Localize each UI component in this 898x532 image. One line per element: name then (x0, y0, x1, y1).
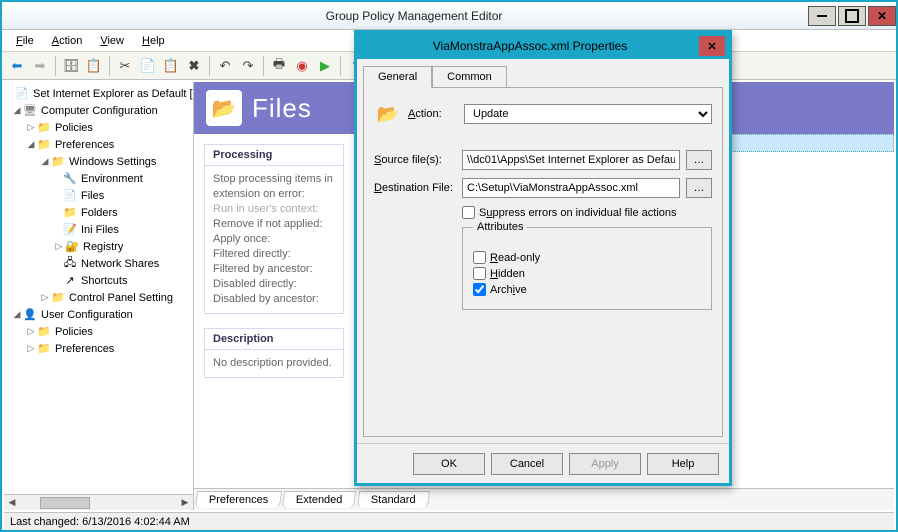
forward-button[interactable]: ➡ (29, 55, 51, 77)
tree-root[interactable]: 📄Set Internet Explorer as Default [ (4, 85, 193, 102)
proc-line-5: Filtered directly: (213, 247, 335, 262)
attributes-legend: Attributes (473, 221, 527, 233)
tree-environment[interactable]: 🔧Environment (4, 170, 193, 187)
list-icon[interactable]: 📋 (83, 55, 105, 77)
paste-icon[interactable]: 📋 (160, 55, 182, 77)
attributes-fieldset: Attributes Read-only Hidden Archive (462, 227, 712, 310)
maximize-button[interactable] (838, 6, 866, 26)
destination-label: Destination File: (374, 182, 456, 194)
tree-registry[interactable]: ▷🔐Registry (4, 238, 193, 255)
tab-preferences[interactable]: Preferences (195, 491, 283, 508)
dialog-title: ViaMonstraAppAssoc.xml Properties (361, 39, 699, 53)
tree-user-config[interactable]: ◢👤User Configuration (4, 306, 193, 323)
apply-button[interactable]: Apply (569, 453, 641, 475)
tab-standard[interactable]: Standard (357, 491, 430, 508)
ok-button[interactable]: OK (413, 453, 485, 475)
menu-help[interactable]: Help (134, 32, 173, 50)
dialog-tab-common[interactable]: Common (432, 66, 507, 88)
help-button[interactable]: Help (647, 453, 719, 475)
copy-icon[interactable]: 📄 (137, 55, 159, 77)
action-select[interactable]: Update (464, 104, 712, 124)
destination-browse-button[interactable]: … (686, 178, 712, 198)
minimize-button[interactable] (808, 6, 836, 26)
close-window-button[interactable] (868, 6, 896, 26)
dialog-tab-general[interactable]: General (363, 66, 432, 88)
menu-view[interactable]: View (92, 32, 132, 50)
proc-line-6: Filtered by ancestor: (213, 262, 335, 277)
cut-icon[interactable]: ✂ (114, 55, 136, 77)
source-input[interactable] (462, 150, 680, 170)
hidden-label: Hidden (490, 268, 525, 280)
dialog-close-button[interactable]: ✕ (699, 36, 725, 56)
source-label: Source file(s): (374, 154, 456, 166)
description-body: No description provided. (205, 350, 343, 377)
tab-extended[interactable]: Extended (282, 491, 357, 508)
tree-user-policies[interactable]: ▷📁Policies (4, 323, 193, 340)
proc-line-8: Disabled by ancestor: (213, 292, 335, 307)
readonly-checkbox[interactable] (473, 251, 486, 264)
status-text: Last changed: 6/13/2016 4:02:44 AM (10, 516, 190, 528)
archive-label: Archive (490, 284, 527, 296)
proc-line-4: Apply once: (213, 232, 335, 247)
suppress-checkbox[interactable] (462, 206, 475, 219)
hidden-checkbox[interactable] (473, 267, 486, 280)
tree-files[interactable]: 📄Files (4, 187, 193, 204)
suppress-label: Suppress errors on individual file actio… (479, 207, 677, 219)
back-button[interactable]: ⬅ (6, 55, 28, 77)
title-bar: Group Policy Management Editor (2, 2, 896, 30)
undo-icon[interactable]: ↶ (214, 55, 236, 77)
tree-folders[interactable]: 📁Folders (4, 204, 193, 221)
tree-windows-settings[interactable]: ◢📁Windows Settings (4, 153, 193, 170)
tree-horizontal-scrollbar[interactable]: ◀▶ (4, 494, 193, 510)
description-panel: Description No description provided. (204, 328, 344, 378)
stop-icon[interactable]: ◉ (291, 55, 313, 77)
files-header-icon: 📂 (206, 90, 242, 126)
source-browse-button[interactable]: … (686, 150, 712, 170)
dialog-actions: OK Cancel Apply Help (357, 443, 729, 483)
properties-dialog: ViaMonstraAppAssoc.xml Properties ✕ Gene… (354, 30, 732, 486)
dialog-title-bar: ViaMonstraAppAssoc.xml Properties ✕ (357, 33, 729, 59)
files-header-title: Files (252, 93, 312, 124)
menu-file[interactable]: File (8, 32, 42, 50)
tree-control-panel[interactable]: ▷📁Control Panel Setting (4, 289, 193, 306)
tree-shortcuts[interactable]: ↗Shortcuts (4, 272, 193, 289)
print-icon[interactable]: 🖶 (268, 55, 290, 77)
go-icon[interactable]: ▶ (314, 55, 336, 77)
redo-icon[interactable]: ↷ (237, 55, 259, 77)
proc-line-7: Disabled directly: (213, 277, 335, 292)
tree-computer-config[interactable]: ◢🖥Computer Configuration (4, 102, 193, 119)
processing-panel: Processing Stop processing items in exte… (204, 144, 344, 314)
action-icon: 📂 (374, 100, 402, 128)
bottom-tabs: Preferences Extended Standard (194, 488, 894, 510)
tree-preferences[interactable]: ◢📁Preferences (4, 136, 193, 153)
menu-action[interactable]: Action (44, 32, 91, 50)
processing-heading: Processing (205, 145, 343, 166)
proc-line-3: Remove if not applied: (213, 217, 335, 232)
readonly-label: Read-only (490, 252, 540, 264)
action-label: Action: (408, 108, 458, 120)
refresh-icon[interactable]: 🗄 (60, 55, 82, 77)
tree-network-shares[interactable]: 🖧Network Shares (4, 255, 193, 272)
cancel-button[interactable]: Cancel (491, 453, 563, 475)
proc-line-1: Stop processing items in extension on er… (213, 172, 335, 202)
tree-user-prefs[interactable]: ▷📁Preferences (4, 340, 193, 357)
delete-icon[interactable]: ✖ (183, 55, 205, 77)
description-heading: Description (205, 329, 343, 350)
tree-policies[interactable]: ▷📁Policies (4, 119, 193, 136)
destination-input[interactable] (462, 178, 680, 198)
status-bar: Last changed: 6/13/2016 4:02:44 AM (4, 512, 894, 530)
tree-pane: 📄Set Internet Explorer as Default [ ◢🖥Co… (4, 82, 194, 510)
tree-ini-files[interactable]: 📝Ini Files (4, 221, 193, 238)
archive-checkbox[interactable] (473, 283, 486, 296)
proc-line-2: Run in user's context: (213, 202, 335, 217)
window-title: Group Policy Management Editor (22, 9, 806, 23)
